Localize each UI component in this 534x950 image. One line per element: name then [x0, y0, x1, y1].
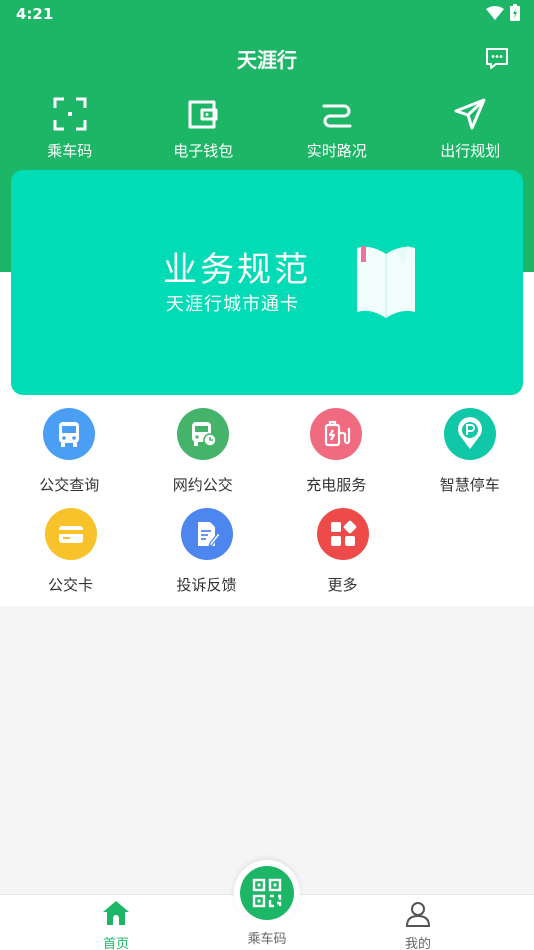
quick-action-traffic[interactable]: 实时路况 [273, 96, 401, 162]
quick-action-ride-code[interactable]: 乘车码 [6, 96, 134, 162]
service-bus-query[interactable]: 公交查询 [5, 404, 134, 504]
ride-code-button[interactable] [234, 860, 300, 926]
home-icon [102, 899, 130, 927]
more-apps-icon [316, 508, 369, 560]
quick-action-trip-plan[interactable]: 出行规划 [407, 96, 534, 162]
charging-icon [310, 408, 363, 460]
tab-home[interactable]: 首页 [66, 899, 166, 950]
status-icons [486, 3, 520, 25]
quick-action-wallet[interactable]: 电子钱包 [140, 96, 268, 162]
navigation-icon [452, 96, 488, 132]
service-grid: 公交查询 网约公交 充电服务 智慧停车 公交卡 投诉反馈 更多 [0, 404, 534, 604]
service-label: 投诉反馈 [176, 576, 237, 594]
tab-label: 首页 [102, 937, 129, 950]
service-charging[interactable]: 充电服务 [272, 404, 401, 504]
parking-icon [443, 408, 496, 460]
status-bar: 4:21 [0, 0, 534, 28]
battery-icon [510, 3, 520, 25]
route-icon [319, 96, 355, 132]
quick-action-label: 电子钱包 [173, 142, 234, 160]
book-icon [351, 242, 421, 324]
bus-icon [43, 408, 96, 460]
tab-label: 乘车码 [247, 932, 287, 947]
quick-action-label: 乘车码 [47, 142, 93, 160]
service-more[interactable]: 更多 [277, 504, 408, 604]
status-time: 4:21 [16, 5, 54, 23]
card-icon [44, 508, 97, 560]
service-bus-card[interactable]: 公交卡 [5, 504, 136, 604]
service-smart-parking[interactable]: 智慧停车 [406, 404, 534, 504]
banner-title: 业务规范 [163, 250, 311, 290]
scan-icon [52, 96, 88, 132]
service-ride-hailing-bus[interactable]: 网约公交 [139, 404, 268, 504]
service-label: 更多 [327, 576, 358, 594]
banner-carousel[interactable]: 业务规范 天涯行城市通卡 [11, 170, 523, 395]
tab-mine[interactable]: 我的 [368, 899, 468, 950]
tab-label: 我的 [404, 937, 431, 950]
quick-action-label: 出行规划 [440, 142, 501, 160]
service-complaint-feedback[interactable]: 投诉反馈 [141, 504, 272, 604]
wallet-icon [185, 96, 221, 132]
bus-clock-icon [176, 408, 229, 460]
service-label: 充电服务 [306, 476, 367, 494]
quick-actions: 乘车码 电子钱包 实时路况 出行规划 [0, 96, 534, 162]
service-label: 公交卡 [47, 576, 93, 594]
feedback-icon [180, 508, 233, 560]
message-icon [486, 48, 508, 69]
service-label: 网约公交 [172, 476, 233, 494]
qr-code-icon [240, 866, 294, 920]
tab-ride-code[interactable]: 乘车码 [217, 860, 317, 947]
banner-subtitle: 天涯行城市通卡 [166, 294, 299, 315]
message-button[interactable] [484, 45, 510, 71]
service-label: 智慧停车 [439, 476, 500, 494]
user-icon [404, 899, 432, 927]
quick-action-label: 实时路况 [306, 142, 367, 160]
page-title: 天涯行 [237, 48, 297, 72]
service-label: 公交查询 [39, 476, 100, 494]
wifi-icon [486, 5, 504, 24]
